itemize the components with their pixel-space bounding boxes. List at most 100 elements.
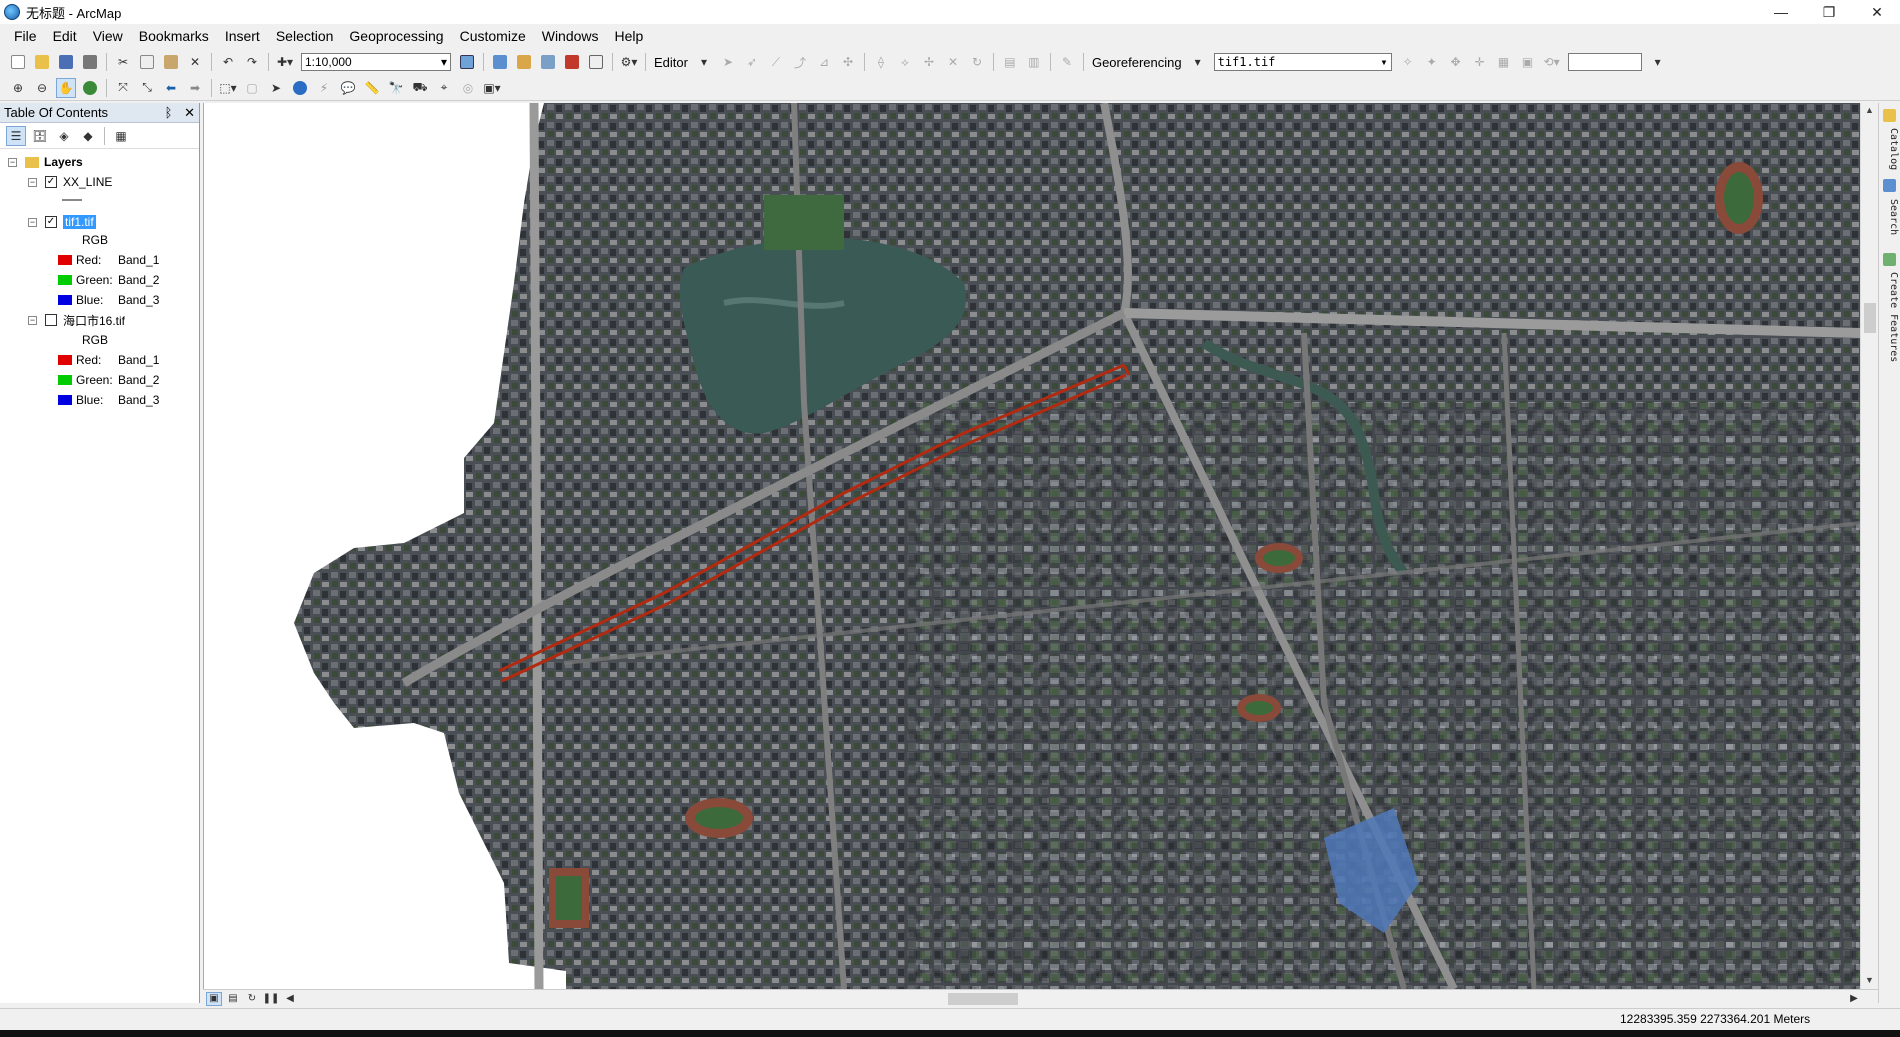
collapse-icon[interactable]: − — [28, 315, 37, 325]
menu-selection[interactable]: Selection — [268, 24, 342, 48]
go-to-xy-icon[interactable]: ⌖ — [434, 78, 454, 98]
edit-vertices-icon[interactable]: ⟠ — [871, 52, 891, 72]
undo-icon[interactable]: ↶ — [218, 52, 238, 72]
menu-file[interactable]: File — [6, 24, 45, 48]
rotation-angle-input[interactable] — [1567, 53, 1642, 71]
options-icon[interactable]: ▦ — [111, 126, 131, 146]
clear-selection-icon[interactable]: ▢ — [242, 78, 262, 98]
python-window-icon[interactable] — [586, 52, 606, 72]
layer-name[interactable]: tif1.tif — [63, 215, 96, 229]
layer-row-tif1[interactable]: − ✓ tif1.tif — [28, 213, 96, 231]
editor-menu[interactable]: Editor — [650, 55, 692, 70]
save-icon[interactable] — [56, 52, 76, 72]
map-scale-combo[interactable]: 1:10,000 ▾ — [301, 53, 451, 71]
refresh-icon[interactable]: ↻ — [244, 992, 260, 1006]
zoom-in-icon[interactable]: ⊕ — [8, 78, 28, 98]
delete-icon[interactable]: ✕ — [185, 52, 205, 72]
layer-name[interactable]: XX_LINE — [63, 175, 112, 189]
menu-view[interactable]: View — [85, 24, 131, 48]
list-by-source-icon[interactable]: 🗄 — [30, 126, 50, 146]
view-link-table-icon[interactable]: ▦ — [1494, 52, 1514, 72]
copy-icon[interactable] — [137, 52, 157, 72]
paste-icon[interactable] — [161, 52, 181, 72]
map-view[interactable] — [203, 103, 1860, 989]
reshape-icon[interactable]: ⟡ — [895, 52, 915, 72]
open-folder-icon[interactable] — [32, 52, 52, 72]
select-features-icon[interactable]: ⬚▾ — [218, 78, 238, 98]
layer-visibility-checkbox[interactable] — [45, 314, 57, 326]
identify-icon[interactable] — [290, 78, 310, 98]
create-features-icon[interactable]: ✎ — [1057, 52, 1077, 72]
collapse-icon[interactable]: − — [8, 157, 17, 167]
menu-insert[interactable]: Insert — [217, 24, 268, 48]
back-arrow-icon[interactable]: ⬅ — [161, 78, 181, 98]
band-row[interactable]: Blue: Band_3 — [58, 291, 159, 309]
add-data-icon[interactable]: ✚▾ — [275, 52, 295, 72]
band-row[interactable]: Blue: Band_3 — [58, 391, 159, 409]
menu-bookmarks[interactable]: Bookmarks — [131, 24, 217, 48]
time-slider-icon[interactable]: ◎ — [458, 78, 478, 98]
sketch-properties-icon[interactable]: ▥ — [1024, 52, 1044, 72]
new-document-icon[interactable] — [8, 52, 28, 72]
fixed-zoom-out-icon[interactable]: ⤡ — [137, 78, 157, 98]
side-tab-search[interactable]: Search — [1881, 179, 1899, 239]
list-by-drawing-order-icon[interactable]: ☰ — [6, 125, 26, 146]
point-icon[interactable]: ✣ — [838, 52, 858, 72]
attributes-icon[interactable]: ▤ — [1000, 52, 1020, 72]
split-icon[interactable]: ✕ — [943, 52, 963, 72]
arctoolbox-icon[interactable] — [562, 52, 582, 72]
menu-edit[interactable]: Edit — [45, 24, 85, 48]
select-elements-icon[interactable]: ➤ — [266, 78, 286, 98]
layer-name[interactable]: 海口市16.tif — [63, 312, 125, 329]
scroll-thumb[interactable] — [1864, 303, 1876, 333]
full-extent-icon[interactable] — [80, 78, 100, 98]
search-window-icon[interactable] — [538, 52, 558, 72]
blue-swatch-icon[interactable] — [58, 295, 72, 305]
rotate-tool-icon[interactable]: ⟲▾ — [1542, 52, 1562, 72]
horizontal-scroll-thumb[interactable] — [948, 993, 1018, 1005]
georeference-layer-combo[interactable]: tif1.tif ▾ — [1213, 53, 1392, 71]
close-icon[interactable]: ✕ — [184, 105, 195, 120]
menu-windows[interactable]: Windows — [534, 24, 607, 48]
catalog-icon[interactable] — [514, 52, 534, 72]
measure-icon[interactable]: 📏 — [362, 78, 382, 98]
viewer-icon[interactable]: ▣ — [1518, 52, 1538, 72]
green-swatch-icon[interactable] — [58, 275, 72, 285]
list-by-selection-icon[interactable]: ◆ — [78, 126, 98, 146]
hyperlink-icon[interactable]: ⚡ — [314, 78, 334, 98]
end-point-arc-icon[interactable]: ⤴ — [790, 52, 810, 72]
layer-row-haikou16[interactable]: − 海口市16.tif — [28, 311, 125, 329]
editor-toolbar-icon[interactable] — [457, 52, 477, 72]
green-swatch-icon[interactable] — [58, 375, 72, 385]
edit-annotation-icon[interactable]: ➶ — [742, 52, 762, 72]
line-symbol-icon[interactable] — [62, 199, 82, 201]
html-popup-icon[interactable]: 💬 — [338, 78, 358, 98]
collapse-icon[interactable]: − — [28, 217, 37, 227]
band-row[interactable]: Green: Band_2 — [58, 371, 159, 389]
find-route-icon[interactable]: ⛟ — [410, 78, 430, 98]
straight-segment-icon[interactable]: ⟋ — [766, 52, 786, 72]
layer-visibility-checkbox[interactable]: ✓ — [45, 216, 57, 228]
pause-drawing-icon[interactable]: ❚❚ — [263, 992, 280, 1006]
edit-tool-icon[interactable]: ➤ — [718, 52, 738, 72]
model-builder-icon[interactable]: ⚙▾ — [619, 52, 639, 72]
scale-georef-icon[interactable]: ✥ — [1446, 52, 1466, 72]
map-vertical-scrollbar[interactable]: ▲ ▼ — [1860, 103, 1878, 989]
side-tab-create-features[interactable]: Create Features — [1881, 253, 1899, 365]
data-view-icon[interactable]: ▣ — [206, 991, 222, 1006]
scroll-down-icon[interactable]: ▼ — [1865, 975, 1874, 985]
cut-icon[interactable]: ✂ — [113, 52, 133, 72]
pin-icon[interactable]: ᛒ — [165, 105, 173, 120]
pan-hand-icon[interactable]: ✋ — [56, 77, 76, 98]
chevron-down-icon[interactable]: ▾ — [1648, 52, 1668, 72]
layers-root-row[interactable]: − Layers — [8, 153, 83, 171]
redo-icon[interactable]: ↷ — [242, 52, 262, 72]
scroll-right-icon[interactable]: ▶ — [1846, 992, 1862, 1006]
minimize-button[interactable]: — — [1758, 0, 1804, 24]
menu-help[interactable]: Help — [607, 24, 652, 48]
side-tab-catalog[interactable]: Catalog — [1881, 109, 1899, 173]
rotate-icon[interactable]: ↻ — [967, 52, 987, 72]
band-row[interactable]: Red: Band_1 — [58, 251, 159, 269]
georeferencing-menu[interactable]: Georeferencing — [1088, 55, 1186, 70]
forward-arrow-icon[interactable]: ➡ — [185, 78, 205, 98]
